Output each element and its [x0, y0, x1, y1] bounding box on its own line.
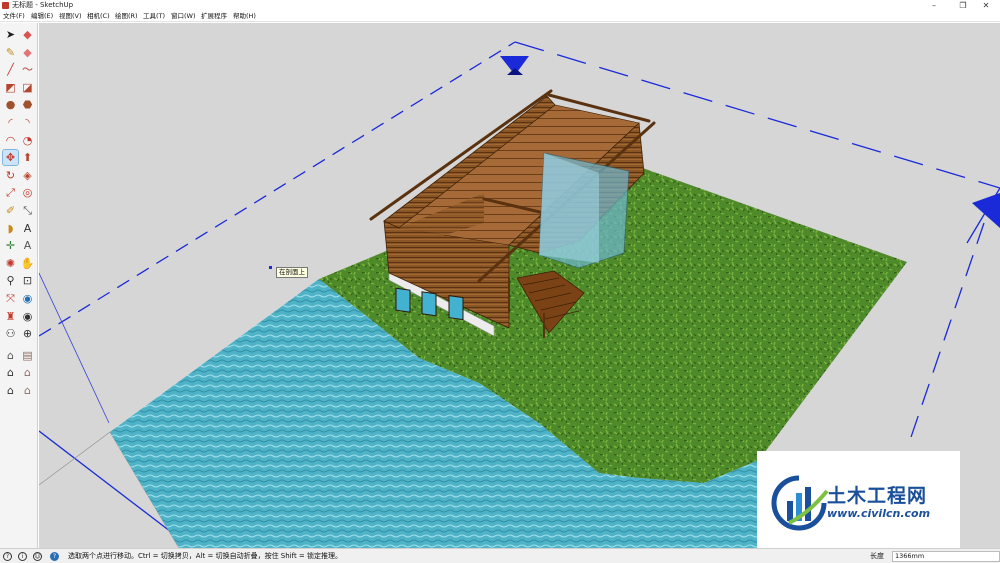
move-tool-icon[interactable]: ✥	[2, 149, 19, 167]
two-point-arc-icon[interactable]: ◝	[20, 115, 35, 130]
civilcn-logo-icon	[771, 475, 829, 531]
title-bar: 无标题 - SketchUp – ❐ ✕	[0, 0, 1000, 11]
watermark-logo: 土木工程网 www.civilcn.com	[757, 451, 960, 548]
rotated-rectangle-icon[interactable]: ◪	[20, 80, 35, 95]
user-icon[interactable]: ☺	[33, 552, 42, 561]
menu-help[interactable]: 帮助(H)	[233, 11, 256, 22]
orbit-tool-icon[interactable]: ✺	[3, 256, 18, 271]
watermark-title: 土木工程网	[827, 485, 928, 507]
watermark-url: www.civilcn.com	[827, 507, 931, 520]
warehouse-icon[interactable]: ⌂	[3, 348, 18, 363]
inference-point	[269, 266, 272, 269]
info-icon[interactable]: i	[18, 552, 27, 561]
dimension-tool-icon[interactable]: ⤡	[20, 203, 35, 218]
tape-measure-icon[interactable]: ✐	[3, 203, 18, 218]
pan-tool-icon[interactable]: ✋	[20, 256, 35, 271]
line-tool-icon[interactable]: ╱	[3, 62, 18, 77]
circle-tool-icon[interactable]: ●	[3, 97, 18, 112]
paint-bucket-icon[interactable]: ✎	[3, 45, 18, 60]
top-view-icon[interactable]: ⌂	[3, 383, 18, 398]
sketchup-app-icon	[2, 2, 9, 9]
menu-draw[interactable]: 绘图(R)	[115, 11, 138, 22]
rotate-tool-icon[interactable]: ↻	[3, 168, 18, 183]
zoom-tool-icon[interactable]: ⚲	[3, 273, 18, 288]
menu-window[interactable]: 窗口(W)	[171, 11, 196, 22]
protractor-icon[interactable]: ◗	[3, 221, 18, 236]
pie-tool-icon[interactable]: ◔	[20, 133, 35, 148]
follow-me-icon[interactable]: ◈	[20, 168, 35, 183]
minimize-button[interactable]: –	[920, 0, 948, 11]
sketchup-window: 无标题 - SketchUp – ❐ ✕ 文件(F) 编辑(E) 视图(V) 相…	[0, 0, 1000, 563]
zoom-window-icon[interactable]: ⊡	[20, 273, 35, 288]
front-view-icon[interactable]: ⌂	[20, 365, 35, 380]
status-message: 选取两个点进行移动。Ctrl = 切换拷贝，Alt = 切换自动折叠，按住 Sh…	[68, 552, 343, 560]
select-tool-icon[interactable]: ➤	[3, 27, 18, 42]
text-tool-icon[interactable]: A	[20, 221, 35, 236]
large-tool-set: ➤ ◆ ✎ ◆ ╱ 〜 ◩ ◪ ● ⬣ ◜ ◝ ◠ ◔ ✥ ⬆ ↻ ◈ ⤢ ◎ ✐ ⤡ ◗ A ✛ A ✺ ✋ ⚲ ⊡ ⤧ ◉ ♜ ◉ ⚇ ⊕ ⌂ ▤ ⌂ ⌂…	[0, 23, 38, 548]
freehand-tool-icon[interactable]: 〜	[20, 62, 35, 77]
menu-file[interactable]: 文件(F)	[3, 11, 25, 22]
three-point-arc-icon[interactable]: ◠	[3, 133, 18, 148]
previous-view-icon[interactable]: ◉	[20, 291, 35, 306]
home-view-icon[interactable]: ⌂	[3, 365, 18, 380]
3d-text-icon[interactable]: A	[20, 238, 35, 253]
scale-tool-icon[interactable]: ⤢	[3, 185, 18, 200]
menu-edit[interactable]: 编辑(E)	[31, 11, 53, 22]
zoom-extents-icon[interactable]: ⤧	[3, 291, 18, 306]
menu-view[interactable]: 视图(V)	[59, 11, 82, 22]
extension-warehouse-icon[interactable]: ▤	[20, 348, 35, 363]
walk-tool-icon[interactable]: ⚇	[3, 326, 18, 341]
measurements-label: 长度	[870, 552, 884, 560]
section-plane-icon[interactable]: ⊕	[20, 326, 35, 341]
offset-tool-icon[interactable]: ◎	[20, 185, 35, 200]
help-icon[interactable]: ?	[3, 552, 12, 561]
instructor-icon[interactable]: ?	[50, 552, 59, 561]
polygon-tool-icon[interactable]: ⬣	[20, 97, 35, 112]
position-camera-icon[interactable]: ♜	[3, 309, 18, 324]
eraser-pink-icon[interactable]: ◆	[20, 45, 35, 60]
measurements-input[interactable]: 1366mm	[892, 551, 1000, 562]
menu-tools[interactable]: 工具(T)	[143, 11, 165, 22]
push-pull-icon[interactable]: ⬆	[20, 150, 35, 165]
arc-tool-icon[interactable]: ◜	[3, 115, 18, 130]
eraser-tool-icon[interactable]: ◆	[20, 27, 35, 42]
look-around-icon[interactable]: ◉	[20, 309, 35, 324]
menu-camera[interactable]: 相机(C)	[87, 11, 110, 22]
status-bar: ? i ☺ ? 选取两个点进行移动。Ctrl = 切换拷贝，Alt = 切换自动…	[0, 548, 1000, 563]
section-plane-arrow-icon[interactable]	[500, 56, 529, 75]
rectangle-tool-icon[interactable]: ◩	[3, 80, 18, 95]
menu-extensions[interactable]: 扩展程序	[201, 11, 227, 22]
window-title: 无标题 - SketchUp	[12, 1, 74, 9]
inference-tooltip: 在剖面上	[276, 267, 308, 278]
axes-tool-icon[interactable]: ✛	[3, 238, 18, 253]
section-plane-arrow-right-icon[interactable]	[972, 193, 1000, 228]
close-button[interactable]: ✕	[972, 0, 1000, 11]
side-view-icon[interactable]: ⌂	[20, 383, 35, 398]
menu-bar: 文件(F) 编辑(E) 视图(V) 相机(C) 绘图(R) 工具(T) 窗口(W…	[0, 11, 1000, 22]
